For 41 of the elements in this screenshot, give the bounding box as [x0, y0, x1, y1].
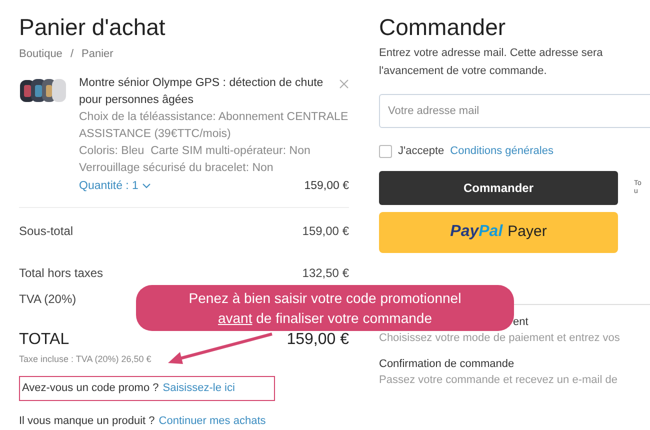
quantity-dropdown[interactable]: Quantité : 1: [79, 178, 152, 195]
step-description: Passez votre commande et recevez un e-mail de: [379, 372, 618, 388]
callout-text: Penez à bien saisir votre code promotionnel: [188, 289, 462, 308]
order-button[interactable]: Commander: [379, 170, 618, 204]
terms-label: J'accepte: [398, 144, 444, 159]
product-option: Verrouillage sécurisé du bracelet: Non: [79, 160, 349, 176]
product-option: Choix de la téléassistance: Abonnement CENTRALE ASSISTANCE (39€TTC/mois): [79, 108, 349, 142]
close-icon[interactable]: [339, 78, 349, 88]
paypal-button[interactable]: PayPal Payer: [379, 212, 618, 252]
product-option: Coloris: Bleu Carte SIM multi-opérateur: Non: [79, 142, 349, 160]
step-title: Confirmation de commande: [379, 356, 516, 372]
promo-question: Avez-vous un code promo ?: [22, 381, 159, 396]
callout-text: avant de finaliser votre commande: [218, 309, 432, 328]
paypal-logo: PayPal: [450, 222, 503, 242]
summary-label: Total hors taxes: [19, 264, 104, 282]
email-field[interactable]: Votre adresse mail: [379, 94, 650, 128]
summary-label: Sous-total: [19, 222, 74, 240]
summary-label: TOTAL: [19, 330, 70, 350]
paypal-label: Payer: [508, 222, 547, 242]
tax-note: Taxe incluse : TVA (20%) 26,50 €: [19, 352, 152, 366]
intro-text: Entrez votre adresse mail. Cette adresse sera: [379, 46, 604, 61]
terms-checkbox[interactable]: [379, 144, 392, 158]
breadcrumb-separator: /: [70, 47, 74, 62]
step-description: Choisissez votre mode de paiement et entrez vos: [379, 330, 621, 346]
intro-text: l'avancement de votre commande.: [379, 64, 548, 79]
step-title: ent: [513, 314, 530, 330]
product-name[interactable]: Montre sénior Olympe GPS : détection de chute pour personnes âgées: [79, 74, 339, 108]
breadcrumb-link[interactable]: Boutique: [19, 46, 62, 62]
continue-link[interactable]: Continuer mes achats: [158, 412, 266, 430]
breadcrumb-link[interactable]: Panier: [82, 46, 114, 62]
continue-question: Il vous manque un produit ?: [19, 414, 155, 429]
summary-label: TVA (20%): [19, 290, 76, 308]
chevron-down-icon: [142, 183, 152, 190]
product-price: 159,00 €: [304, 178, 349, 194]
summary-value: 159,00 €: [286, 330, 349, 350]
page-title: Panier d'achat: [19, 13, 166, 42]
checkout-title: Commander: [379, 13, 507, 42]
terms-link[interactable]: Conditions générales: [450, 143, 554, 160]
summary-value: 132,50 €: [302, 264, 349, 282]
promo-link[interactable]: Saisissez-le ici: [162, 380, 235, 397]
summary-value: 159,00 €: [302, 222, 349, 240]
